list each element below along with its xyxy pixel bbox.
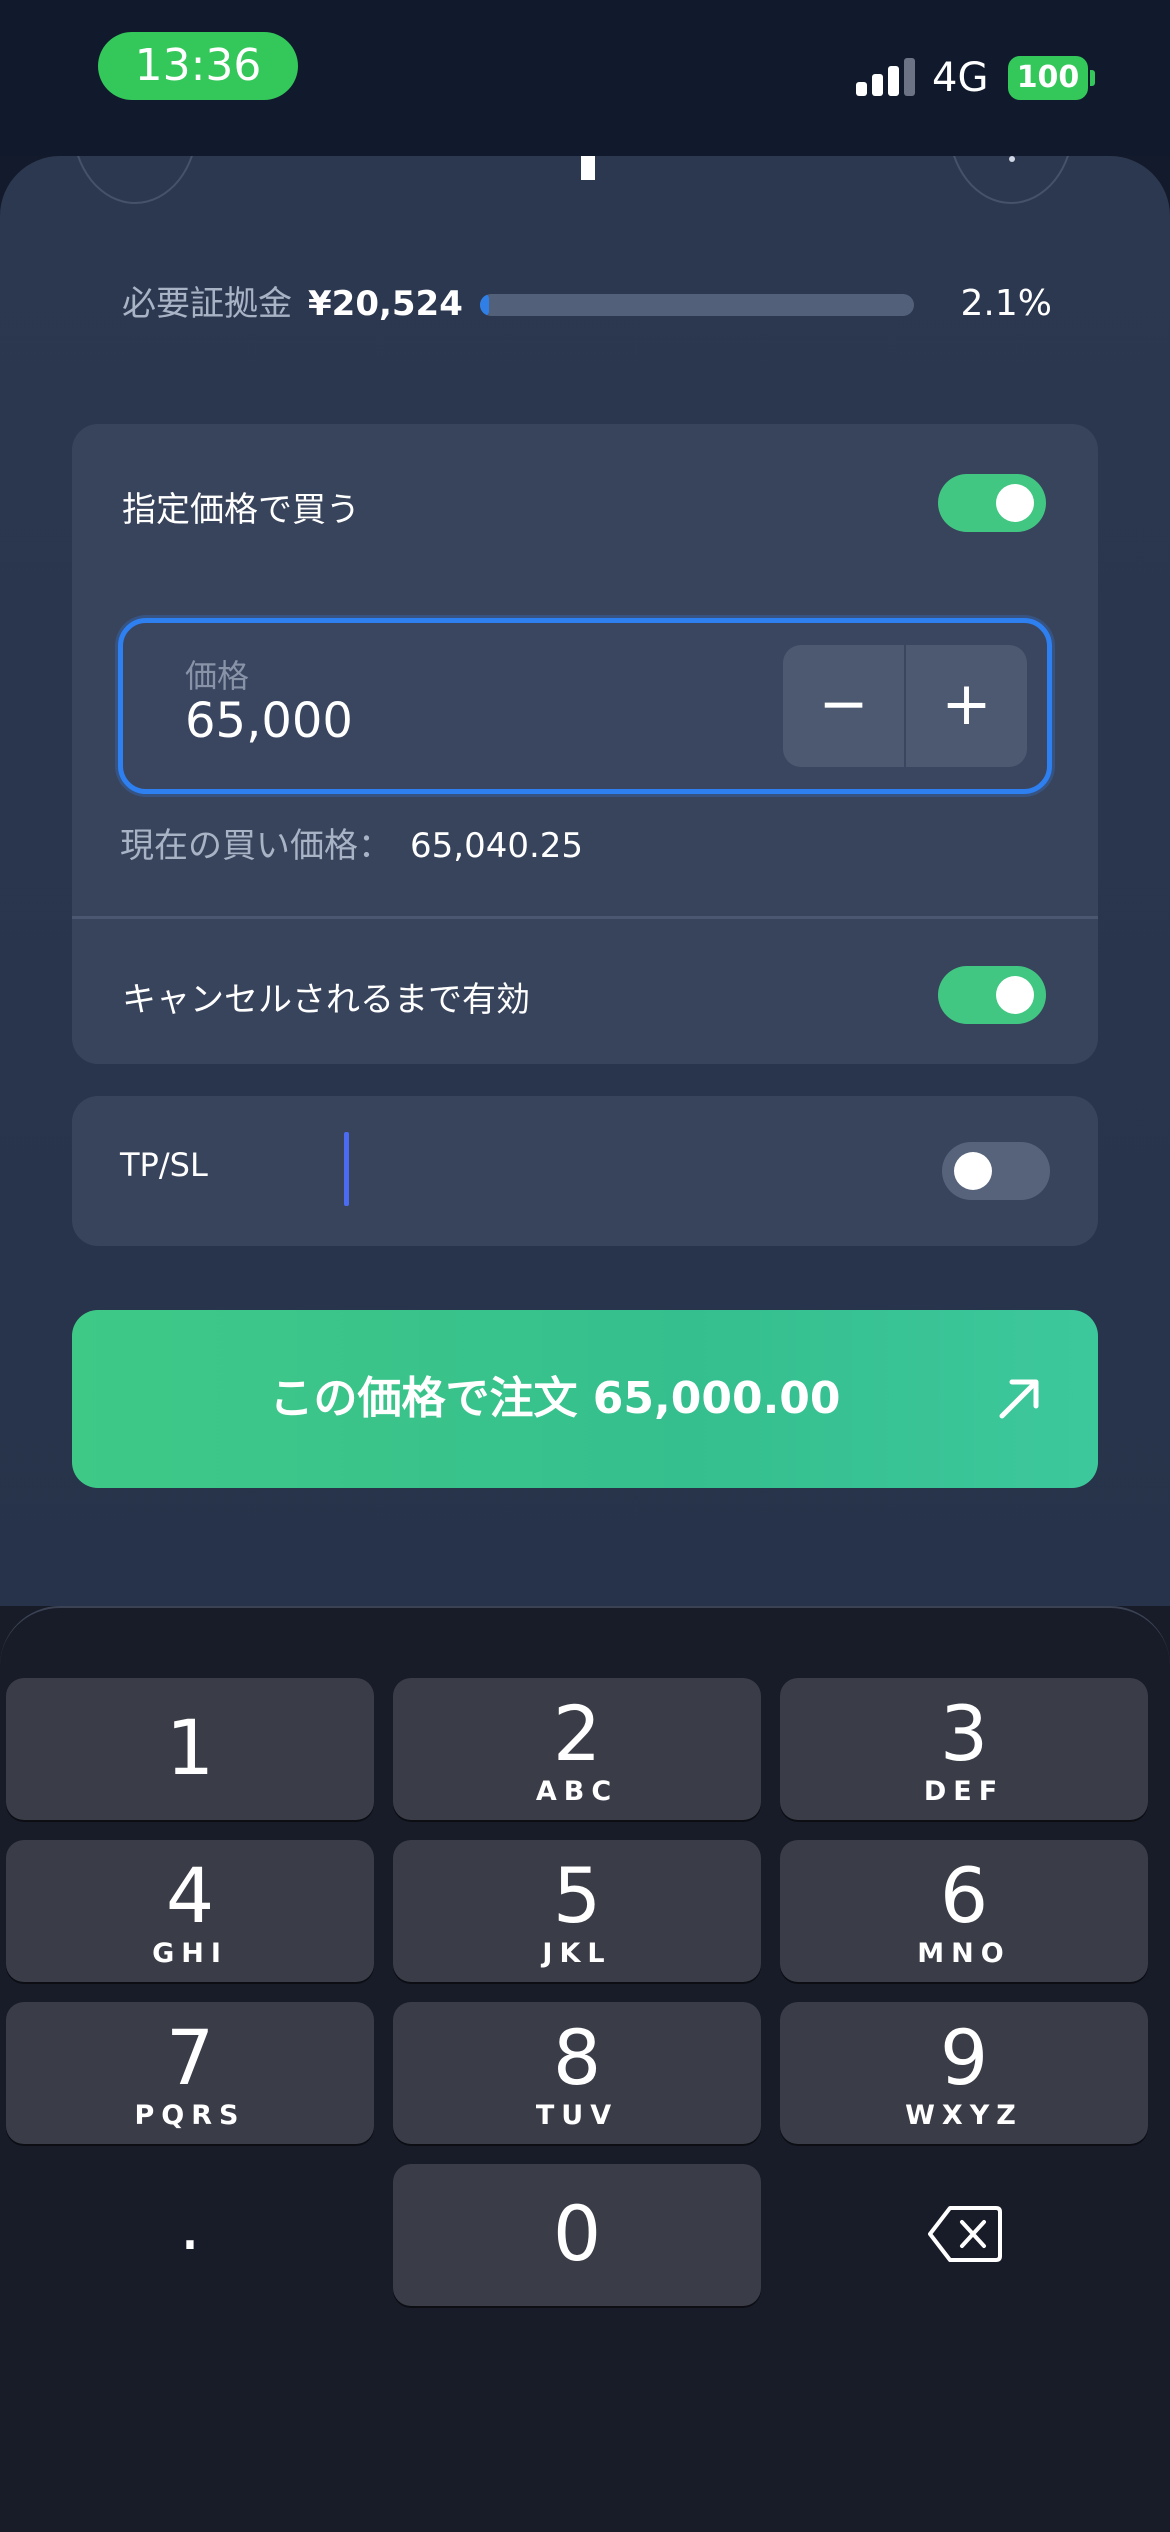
key-3[interactable]: 3 DEF (780, 1678, 1148, 1820)
current-buy-price-value: 65,040.25 (410, 826, 584, 866)
key-digit: 7 (165, 2013, 215, 2102)
price-stepper: − + (783, 645, 1027, 767)
key-8[interactable]: 8 TUV (393, 2002, 761, 2144)
key-7[interactable]: 7 PQRS (6, 2002, 374, 2144)
keypad-top-edge (0, 1606, 1170, 1666)
key-5[interactable]: 5 JKL (393, 1840, 761, 1982)
limit-buy-toggle[interactable] (938, 474, 1046, 532)
cellular-signal-icon (856, 58, 916, 96)
key-digit: 9 (939, 2013, 989, 2102)
tpsl-card: TP/SL (72, 1096, 1098, 1246)
key-digit: 8 (552, 2013, 602, 2102)
partial-circle-button-left[interactable] (72, 156, 198, 204)
key-1[interactable]: 1 (6, 1678, 374, 1820)
key-letters: WXYZ (905, 2100, 1023, 2131)
partial-dot (1009, 156, 1015, 162)
key-letters: DEF (923, 1776, 1005, 1807)
key-2[interactable]: 2 ABC (393, 1678, 761, 1820)
good-till-cancel-toggle[interactable] (938, 966, 1046, 1024)
key-letters: ABC (535, 1776, 619, 1807)
key-decimal[interactable]: . (6, 2164, 374, 2306)
margin-percent: 2.1% (960, 283, 1052, 324)
toggle-knob (996, 484, 1034, 522)
battery-tip (1090, 70, 1095, 86)
key-digit: 0 (552, 2189, 602, 2278)
toggle-knob (996, 976, 1034, 1014)
key-backspace[interactable] (780, 2164, 1148, 2306)
place-order-label: この価格で注文 65,000.00 (269, 1373, 841, 1424)
required-margin-value: ¥20,524 (308, 284, 463, 324)
card-divider (72, 916, 1098, 919)
current-buy-price-label: 現在の買い価格： (120, 826, 392, 866)
key-letters: MNO (917, 1938, 1011, 1969)
decrement-button[interactable]: − (783, 645, 904, 767)
key-6[interactable]: 6 MNO (780, 1840, 1148, 1982)
key-digit: 1 (165, 1703, 215, 1792)
key-digit: 3 (939, 1689, 989, 1778)
status-time: 13:36 (98, 32, 298, 100)
price-input-value[interactable]: 65,000 (185, 693, 353, 749)
limit-order-card: 指定価格で買う 価格 65,000 − + 現在の買い価格： 65,040.25 … (72, 424, 1098, 1064)
good-till-cancel-label: キャンセルされるまで有効 (122, 980, 530, 1020)
limit-buy-label: 指定価格で買う (122, 490, 360, 530)
price-input-field[interactable]: 価格 65,000 − + (118, 618, 1052, 794)
order-sheet: 必要証拠金 ¥20,524 2.1% 指定価格で買う 価格 65,000 − + (0, 156, 1170, 1606)
key-letters: JKL (542, 1938, 612, 1969)
key-digit: 6 (939, 1851, 989, 1940)
increment-button[interactable]: + (906, 645, 1027, 767)
key-0[interactable]: 0 (393, 2164, 761, 2306)
key-letters: GHI (152, 1938, 228, 1969)
key-digit: 5 (552, 1851, 602, 1940)
tpsl-label: TP/SL (120, 1146, 208, 1184)
key-digit: 2 (552, 1689, 602, 1778)
price-caption: 価格 (185, 657, 250, 695)
key-dot: . (178, 2184, 202, 2266)
margin-progress-fill (480, 294, 490, 316)
backspace-icon (928, 2206, 1002, 2262)
toggle-knob (954, 1152, 992, 1190)
tpsl-toggle[interactable] (942, 1142, 1050, 1200)
battery-icon: 100 (1008, 56, 1088, 100)
network-type: 4G (932, 55, 989, 101)
key-letters: PQRS (134, 2100, 246, 2131)
arrow-up-right-icon (999, 1379, 1039, 1419)
partial-circle-button-right[interactable] (948, 156, 1074, 204)
key-letters: TUV (535, 2100, 619, 2131)
margin-progress-bar (480, 294, 914, 316)
text-cursor (344, 1132, 349, 1206)
key-4[interactable]: 4 GHI (6, 1840, 374, 1982)
app-screen: 13:36 4G 100 必要証拠金 ¥20,524 2.1% 指定価格で買う (0, 0, 1170, 2532)
required-margin-row: 必要証拠金 ¥20,524 2.1% (122, 272, 1052, 336)
current-buy-price-row: 現在の買い価格： 65,040.25 (120, 818, 583, 867)
key-digit: 4 (165, 1851, 215, 1940)
key-9[interactable]: 9 WXYZ (780, 2002, 1148, 2144)
place-order-button[interactable]: この価格で注文 65,000.00 (72, 1310, 1098, 1488)
numeric-keypad: 1 2 ABC 3 DEF 4 GHI 5 JKL 6 MNO 7 PQRS 8… (0, 1606, 1170, 2532)
required-margin-label: 必要証拠金 (122, 284, 292, 324)
status-bar: 13:36 4G 100 (0, 0, 1170, 156)
partial-indicator (581, 156, 595, 180)
